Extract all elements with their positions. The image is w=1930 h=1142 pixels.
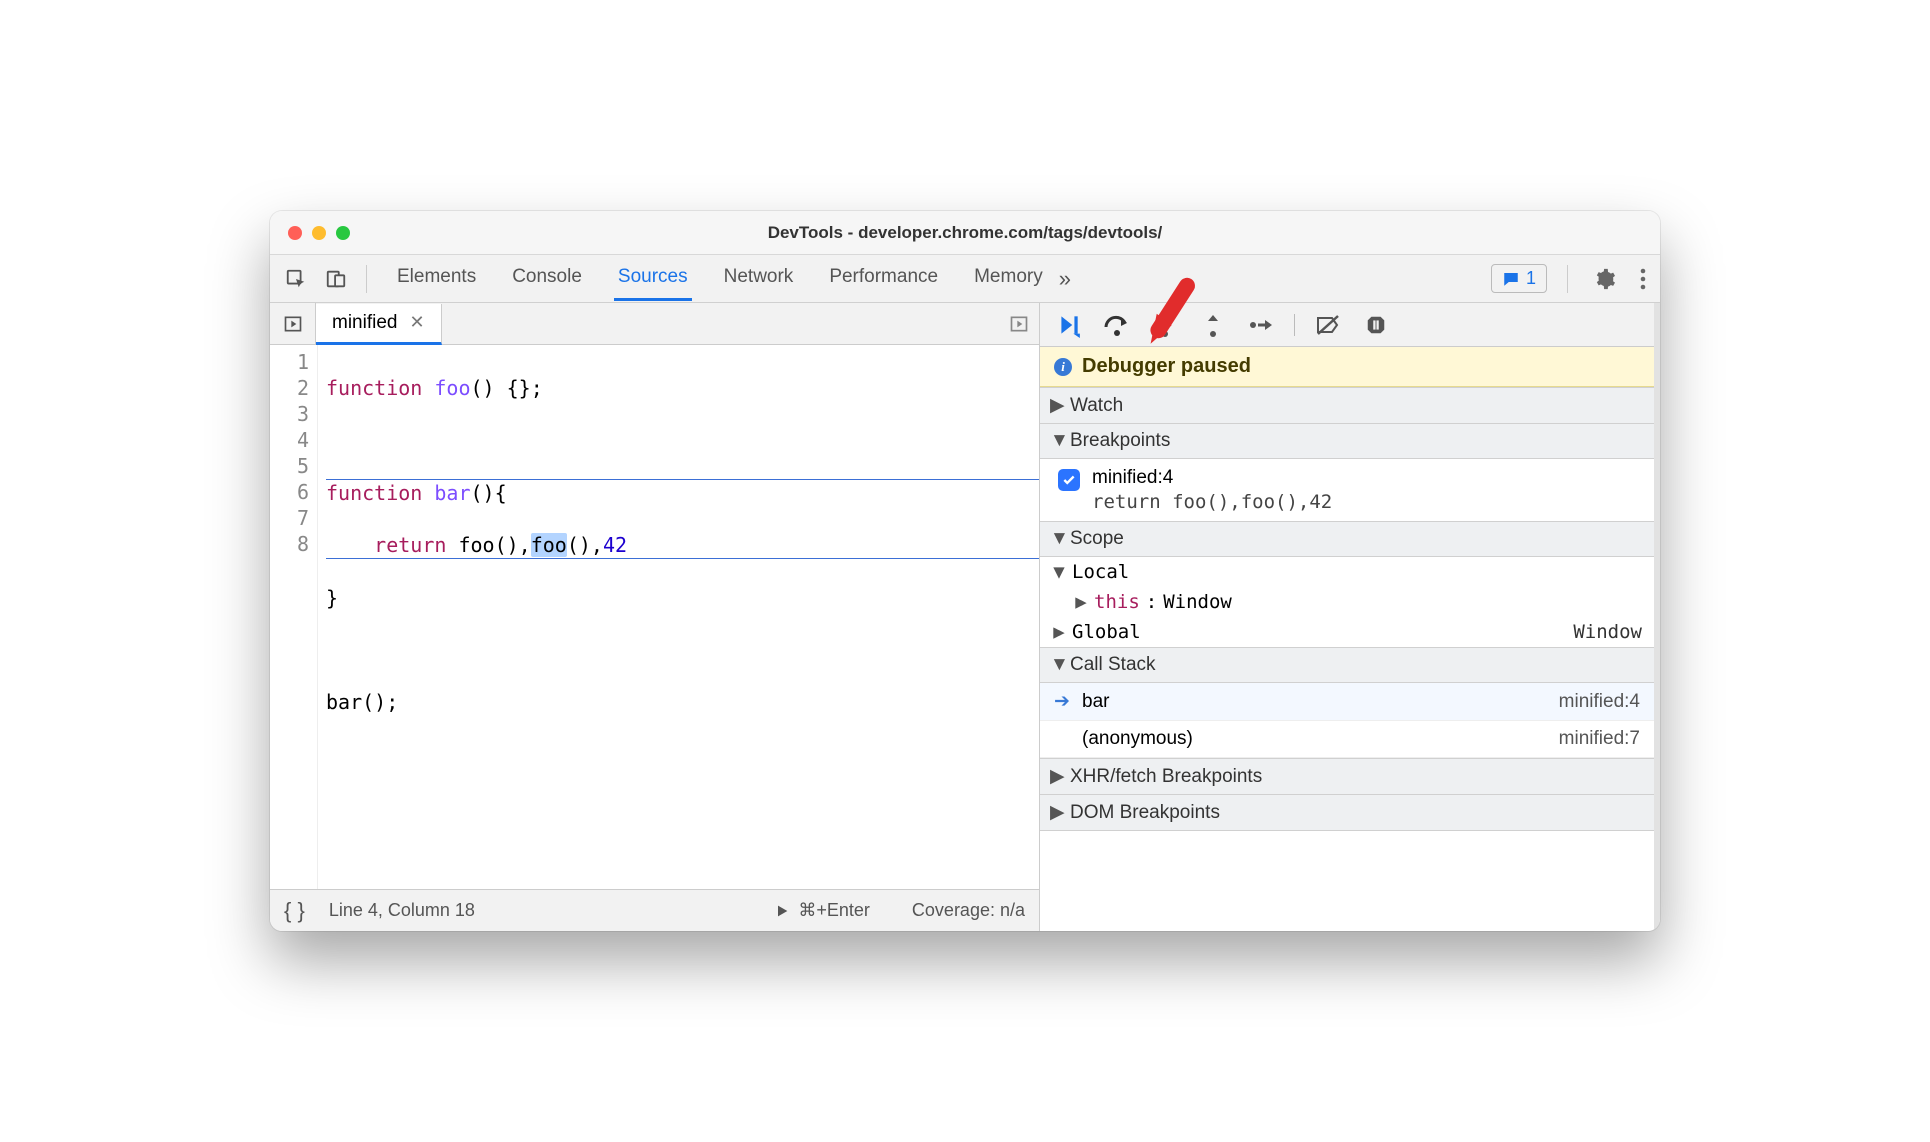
close-tab-icon[interactable]: ✕	[409, 312, 424, 333]
file-tab-minified[interactable]: minified ✕	[316, 304, 442, 345]
code-editor[interactable]: 1 2 3 4 5 6 7 8 function foo() {}; funct…	[270, 345, 1039, 889]
debugger-paused-banner: i Debugger paused	[1040, 347, 1654, 387]
main-split: minified ✕ 1 2 3 4 5 6 7 8 fun	[270, 303, 1660, 931]
line-number: 7	[270, 505, 309, 531]
message-icon	[1502, 270, 1520, 288]
chevron-right-icon: ▶	[1052, 621, 1066, 643]
breakpoints-section-header[interactable]: ▼ Breakpoints	[1040, 424, 1654, 459]
play-icon	[774, 903, 790, 919]
divider	[366, 265, 367, 293]
tab-performance[interactable]: Performance	[825, 256, 942, 301]
current-frame-icon: ➔	[1054, 690, 1072, 713]
xhr-breakpoints-header[interactable]: ▶ XHR/fetch Breakpoints	[1040, 758, 1654, 795]
run-hint[interactable]: ⌘+Enter	[774, 900, 870, 921]
deactivate-breakpoints-button[interactable]	[1313, 310, 1343, 340]
breakpoint-item[interactable]: minified:4 return foo(),foo(),42	[1040, 459, 1654, 521]
device-toolbar-icon[interactable]	[318, 261, 354, 297]
inspect-element-icon[interactable]	[278, 261, 314, 297]
step-into-button[interactable]	[1150, 310, 1180, 340]
dom-breakpoints-header[interactable]: ▶ DOM Breakpoints	[1040, 795, 1654, 831]
issues-count: 1	[1526, 268, 1536, 289]
zoom-window-button[interactable]	[336, 226, 350, 240]
scope-local[interactable]: ▼ Local	[1040, 557, 1654, 587]
line-number: 5	[270, 453, 309, 479]
scope-body: ▼ Local ▶ this: Window ▶ Global Window	[1040, 557, 1654, 647]
scope-section-header[interactable]: ▼ Scope	[1040, 521, 1654, 557]
breakpoint-checkbox[interactable]	[1058, 469, 1080, 491]
line-gutter: 1 2 3 4 5 6 7 8	[270, 345, 318, 889]
source-file-tabs: minified ✕	[270, 303, 1039, 345]
chevron-right-icon: ▶	[1074, 591, 1088, 613]
more-tabs-button[interactable]: »	[1051, 266, 1079, 292]
resume-button[interactable]	[1054, 310, 1084, 340]
callstack-body: ➔ bar minified:4 (anonymous) minified:7	[1040, 683, 1654, 758]
coverage-status: Coverage: n/a	[912, 900, 1025, 921]
callstack-frame[interactable]: (anonymous) minified:7	[1040, 721, 1654, 758]
close-window-button[interactable]	[288, 226, 302, 240]
breakpoint-location: minified:4	[1092, 467, 1332, 489]
panel-tabs: Elements Console Sources Network Perform…	[393, 256, 1047, 301]
minimize-window-button[interactable]	[312, 226, 326, 240]
callstack-frame[interactable]: ➔ bar minified:4	[1040, 683, 1654, 721]
chevron-down-icon: ▼	[1050, 654, 1064, 676]
titlebar: DevTools - developer.chrome.com/tags/dev…	[270, 211, 1660, 255]
issues-badge[interactable]: 1	[1491, 264, 1547, 293]
watch-section-header[interactable]: ▶ Watch	[1040, 387, 1654, 424]
tab-elements[interactable]: Elements	[393, 256, 480, 301]
line-number: 4	[270, 427, 309, 453]
scope-global[interactable]: ▶ Global Window	[1040, 617, 1654, 647]
paused-label: Debugger paused	[1082, 355, 1251, 378]
line-number: 6	[270, 479, 309, 505]
window-title: DevTools - developer.chrome.com/tags/dev…	[270, 223, 1660, 243]
chevron-down-icon: ▼	[1050, 430, 1064, 452]
scope-this[interactable]: ▶ this: Window	[1040, 587, 1654, 617]
pause-on-exceptions-button[interactable]	[1361, 310, 1391, 340]
breakpoint-source: return foo(),foo(),42	[1092, 491, 1332, 513]
tab-network[interactable]: Network	[720, 256, 798, 301]
step-button[interactable]	[1246, 310, 1276, 340]
tab-console[interactable]: Console	[508, 256, 586, 301]
run-snippet-icon[interactable]	[1009, 314, 1029, 334]
line-number: 1	[270, 349, 309, 375]
file-tab-label: minified	[332, 312, 397, 334]
tab-sources[interactable]: Sources	[614, 256, 692, 301]
window-controls	[270, 226, 350, 240]
cursor-position: Line 4, Column 18	[329, 900, 475, 921]
info-icon: i	[1054, 358, 1072, 376]
breakpoints-list: minified:4 return foo(),foo(),42	[1040, 459, 1654, 521]
settings-icon[interactable]	[1588, 268, 1622, 290]
chevron-down-icon: ▼	[1050, 528, 1064, 550]
debugger-sidebar: i Debugger paused ▶ Watch ▼ Breakpoints …	[1040, 303, 1660, 931]
line-number: 8	[270, 531, 309, 557]
debugger-controls	[1040, 303, 1654, 347]
devtools-window: DevTools - developer.chrome.com/tags/dev…	[270, 211, 1660, 931]
main-toolbar: Elements Console Sources Network Perform…	[270, 255, 1660, 303]
chevron-right-icon: ▶	[1050, 801, 1064, 824]
chevron-down-icon: ▼	[1052, 561, 1066, 583]
toolbar-right: 1	[1491, 264, 1652, 293]
pretty-print-icon[interactable]: { }	[284, 898, 305, 924]
step-out-button[interactable]	[1198, 310, 1228, 340]
step-over-button[interactable]	[1102, 310, 1132, 340]
tab-memory[interactable]: Memory	[970, 256, 1047, 301]
sources-panel: minified ✕ 1 2 3 4 5 6 7 8 fun	[270, 303, 1040, 931]
callstack-section-header[interactable]: ▼ Call Stack	[1040, 647, 1654, 683]
chevron-right-icon: ▶	[1050, 765, 1064, 788]
chevron-right-icon: ▶	[1050, 394, 1064, 417]
divider	[1567, 265, 1568, 293]
editor-statusbar: { } Line 4, Column 18 ⌘+Enter Coverage: …	[270, 889, 1039, 931]
divider	[1294, 314, 1295, 336]
show-navigator-icon[interactable]	[270, 303, 316, 344]
line-number: 2	[270, 375, 309, 401]
line-number: 3	[270, 401, 309, 427]
code-content: function foo() {}; function bar(){ retur…	[318, 345, 1039, 889]
kebab-menu-icon[interactable]	[1634, 268, 1652, 290]
